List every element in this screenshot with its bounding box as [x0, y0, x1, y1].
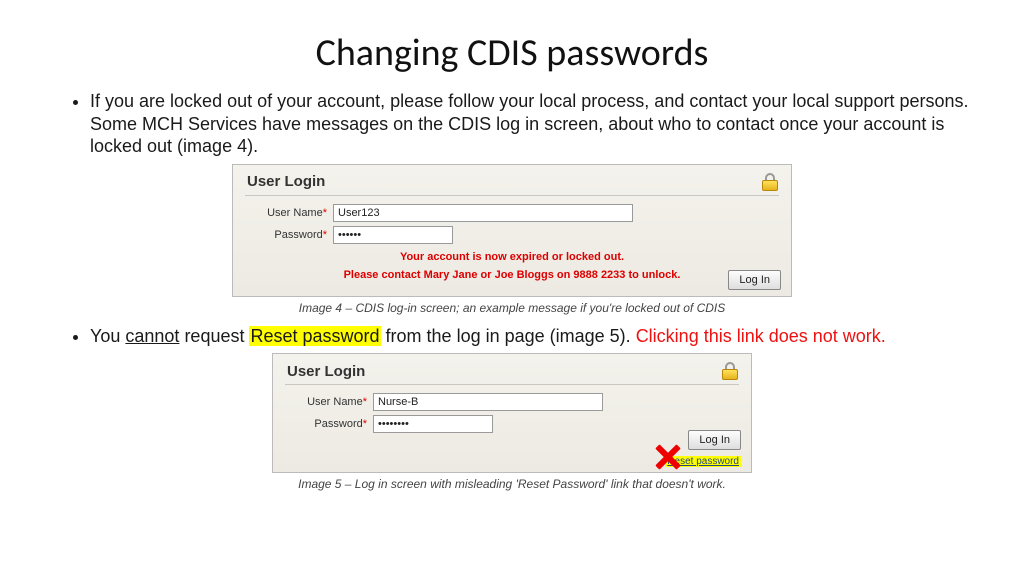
bullet-reset-warning: You cannot request Reset password from t… — [90, 325, 984, 348]
divider — [285, 384, 739, 385]
username-input[interactable]: User123 — [333, 204, 633, 222]
padlock-icon — [719, 360, 741, 382]
page-title: Changing CDIS passwords — [40, 30, 984, 76]
login-panel-reset: User Login User Name* Nurse-B Password* … — [272, 353, 752, 473]
error-contact: Please contact Mary Jane or Joe Bloggs o… — [233, 268, 791, 283]
username-input[interactable]: Nurse-B — [373, 393, 603, 411]
padlock-icon — [759, 171, 781, 193]
panel-heading: User Login — [247, 173, 325, 190]
username-label: User Name* — [247, 207, 327, 219]
password-label: Password* — [247, 229, 327, 241]
password-label: Password* — [287, 418, 367, 430]
caption-image5: Image 5 – Log in screen with misleading … — [40, 477, 984, 491]
divider — [245, 195, 779, 196]
password-input[interactable]: •••••• — [333, 226, 453, 244]
caption-image4: Image 4 – CDIS log-in screen; an example… — [40, 301, 984, 315]
password-input[interactable]: •••••••• — [373, 415, 493, 433]
bullet-lockout-info: If you are locked out of your account, p… — [90, 90, 984, 158]
login-button[interactable]: Log In — [728, 270, 781, 290]
error-expired: Your account is now expired or locked ou… — [233, 250, 791, 265]
cross-icon — [653, 444, 681, 472]
login-button[interactable]: Log In — [688, 430, 741, 450]
username-label: User Name* — [287, 396, 367, 408]
login-panel-locked: User Login User Name* User123 Password* … — [232, 164, 792, 297]
panel-heading: User Login — [287, 363, 365, 380]
